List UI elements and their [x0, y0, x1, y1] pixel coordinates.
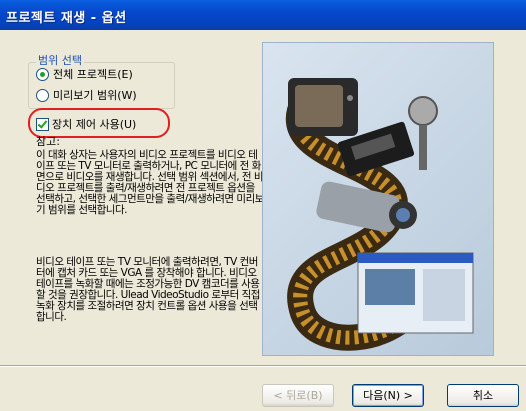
microphone-head-shape: [408, 96, 438, 126]
radio-preview-range[interactable]: 미리보기 범위(W): [36, 87, 137, 103]
note-paragraph-2: 비디오 테이프 또는 TV 모니터에 출력하려면, TV 컨버터에 캡처 카드 …: [36, 256, 260, 323]
radio-preview-range-label[interactable]: 미리보기 범위(W): [53, 87, 137, 103]
software-window-titlebar-shape: [358, 253, 473, 263]
software-preview-shape: [365, 269, 415, 305]
video-devices-illustration: [285, 78, 474, 351]
radio-entire-project-label[interactable]: 전체 프로젝트(E): [53, 66, 133, 82]
radio-selected-icon[interactable]: [36, 67, 49, 81]
title-bar: 프로젝트 재생 - 옵션: [0, 0, 526, 30]
microphone-stand-shape: [419, 125, 427, 170]
device-control-label[interactable]: 장치 제어 사용(U): [52, 116, 136, 132]
tv-screen-shape: [295, 85, 343, 127]
radio-entire-project[interactable]: 전체 프로젝트(E): [36, 66, 133, 82]
tv-knob-shape: [347, 95, 353, 101]
software-panel-shape: [423, 269, 465, 321]
checkbox-checked-icon[interactable]: [36, 117, 49, 131]
note-label: 참고:: [36, 135, 60, 148]
cancel-button[interactable]: 취소: [447, 384, 519, 407]
camcorder-lens-glass-shape: [396, 208, 410, 222]
window-title: 프로젝트 재생 - 옵션: [6, 11, 127, 26]
back-button[interactable]: < 뒤로(B): [262, 384, 334, 407]
illustration-image: [262, 42, 494, 356]
next-button[interactable]: 다음(N) >: [352, 384, 424, 407]
device-control-checkbox[interactable]: 장치 제어 사용(U): [36, 116, 136, 132]
footer-separator: [0, 365, 526, 367]
radio-unselected-icon[interactable]: [36, 88, 49, 102]
note-paragraph-1: 이 대화 상자는 사용자의 비디오 프로젝트를 비디오 테이프 또는 TV 모니…: [36, 149, 264, 216]
